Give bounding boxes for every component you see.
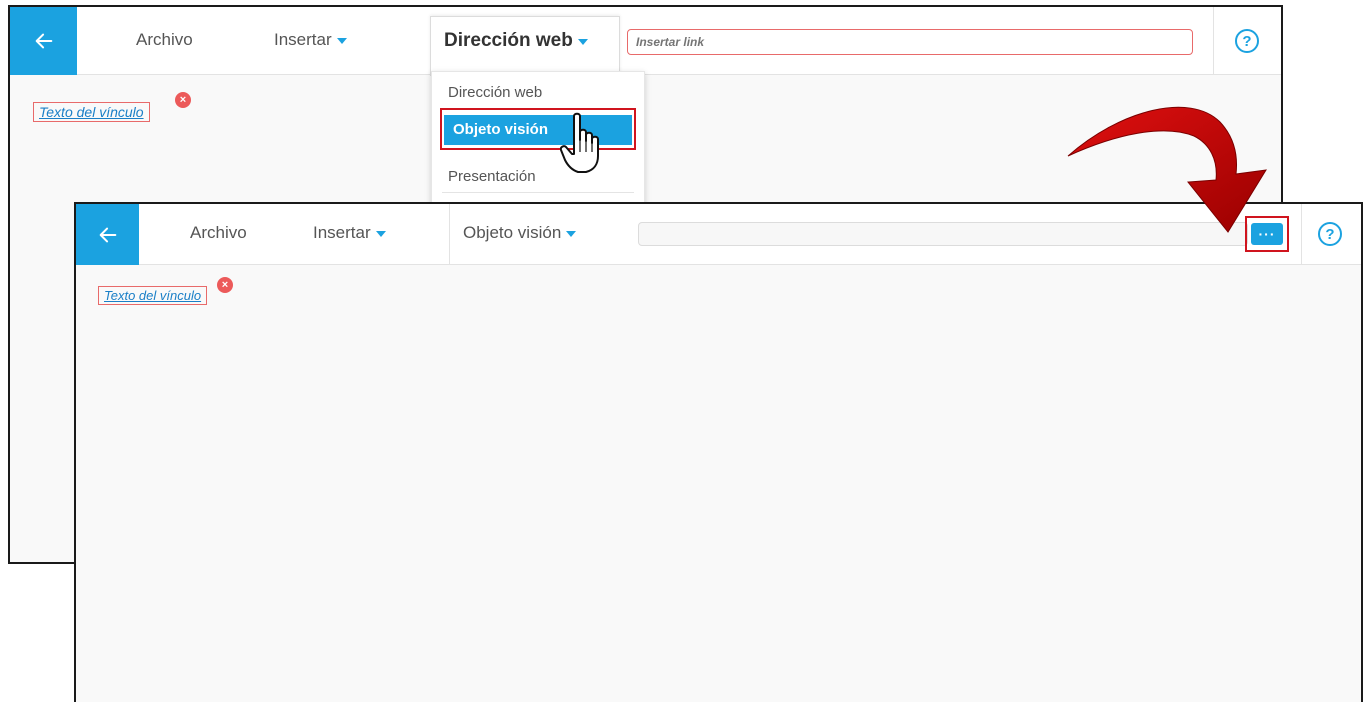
help-icon[interactable]: ?	[1318, 222, 1342, 246]
toolbar: Archivo Insertar Dirección web ?	[10, 7, 1281, 76]
pointer-hand-icon	[560, 112, 599, 173]
toolbar-divider	[1213, 7, 1214, 75]
menu-insertar[interactable]: Insertar	[274, 30, 347, 50]
dropdown-item-direccion-web[interactable]: Dirección web	[448, 84, 542, 101]
menu-objeto-vision-label: Objeto visión	[463, 223, 562, 242]
close-icon[interactable]: ×	[217, 277, 233, 293]
url-input[interactable]	[627, 29, 1193, 55]
caret-down-icon	[336, 38, 347, 44]
menu-insertar[interactable]: Insertar	[313, 223, 386, 243]
menu-archivo-label: Archivo	[190, 223, 247, 242]
close-glyph: ×	[221, 279, 229, 291]
caret-down-icon	[566, 231, 577, 237]
link-chip-text: Texto del vínculo	[39, 104, 144, 120]
dropdown-separator	[442, 192, 634, 193]
caret-down-icon	[577, 39, 588, 45]
dropdown-item-label: Dirección web	[448, 84, 543, 101]
help-glyph: ?	[1325, 225, 1335, 243]
close-icon[interactable]: ×	[175, 92, 191, 108]
menu-insertar-label: Insertar	[274, 30, 332, 49]
back-button[interactable]	[76, 204, 139, 265]
link-chip[interactable]: Texto del vínculo ×	[98, 277, 233, 305]
help-glyph: ?	[1242, 32, 1252, 50]
menu-insertar-label: Insertar	[313, 223, 371, 242]
dropdown-item-label: Presentación	[448, 168, 536, 185]
dropdown-item-label: Objeto visión	[453, 121, 549, 138]
back-arrow-icon	[99, 227, 116, 242]
menu-archivo[interactable]: Archivo	[136, 30, 193, 50]
link-type-dropdown: Dirección web Objeto visión Presentación	[431, 71, 645, 211]
link-chip-text: Texto del vínculo	[104, 288, 202, 303]
editor-window-after: Archivo Insertar Objeto visión ··· ? Tex…	[74, 202, 1363, 702]
curved-arrow-icon	[1067, 106, 1267, 233]
caret-down-icon	[375, 231, 386, 237]
toolbar-divider	[449, 204, 450, 265]
close-glyph: ×	[179, 94, 187, 106]
toolbar-divider	[1301, 204, 1302, 265]
menu-archivo-label: Archivo	[136, 30, 193, 49]
link-chip[interactable]: Texto del vínculo ×	[33, 92, 191, 122]
menu-direccion-web[interactable]: Dirección web	[444, 30, 588, 52]
dropdown-item-presentacion[interactable]: Presentación	[448, 168, 536, 185]
help-icon[interactable]: ?	[1235, 29, 1259, 53]
back-arrow-icon	[35, 33, 52, 49]
menu-objeto-vision[interactable]: Objeto visión	[463, 223, 577, 243]
back-button[interactable]	[10, 7, 77, 75]
menu-archivo[interactable]: Archivo	[190, 223, 247, 243]
menu-direccion-web-label: Dirección web	[444, 30, 573, 51]
menu-direccion-web-tab[interactable]: Dirección web	[430, 16, 620, 76]
